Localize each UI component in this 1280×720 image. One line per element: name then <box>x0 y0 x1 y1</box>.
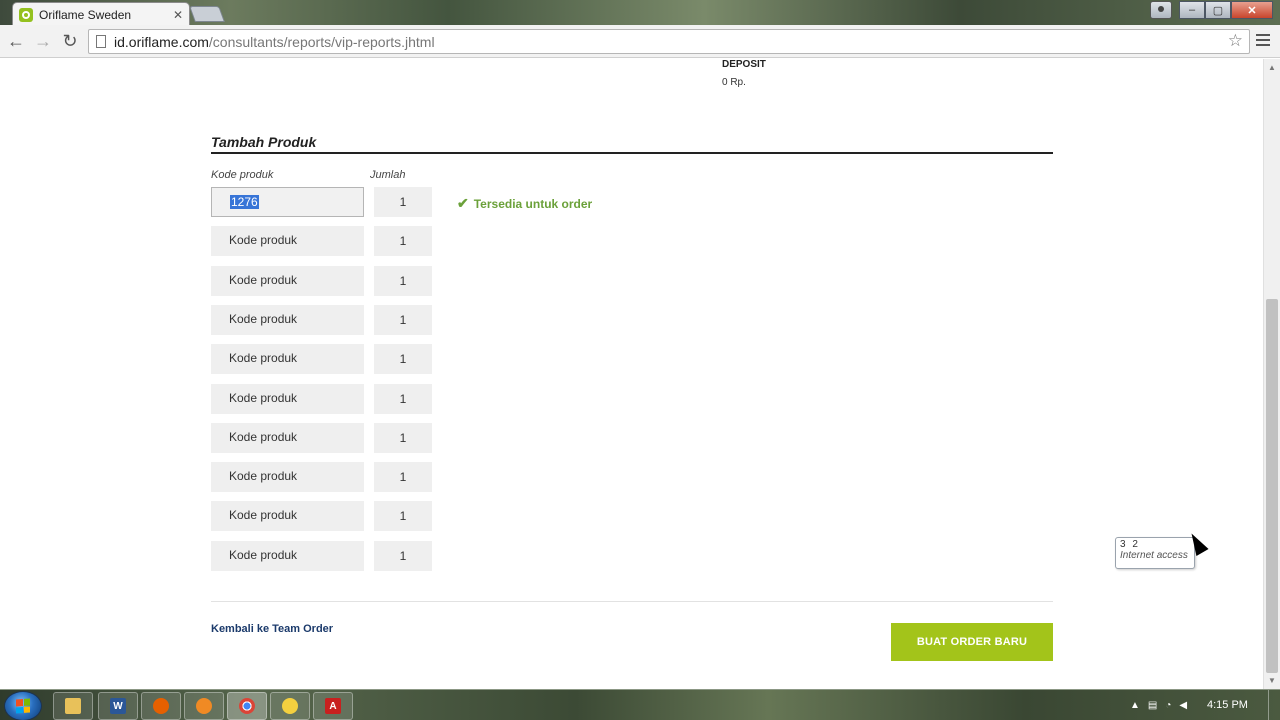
product-code-value: Kode produk <box>229 508 298 522</box>
tab-oriflame[interactable]: Oriflame Sweden ✕ <box>12 2 190 26</box>
tray-network-icon[interactable]: ◔ <box>1165 700 1171 711</box>
section-title: Tambah Produk <box>211 134 317 150</box>
product-code-input[interactable]: Kode produk <box>211 305 364 335</box>
system-clock[interactable]: 4:15 PM <box>1207 699 1248 711</box>
quantity-input[interactable]: 1 <box>374 462 432 492</box>
chrome-menu-icon[interactable] <box>1256 34 1270 49</box>
section-divider <box>211 152 1053 154</box>
product-code-value: 1276 <box>230 195 259 209</box>
deposit-label: DEPOSIT <box>722 59 766 70</box>
bookmark-star-icon[interactable]: ☆ <box>1228 31 1243 51</box>
tooltip-line2: Internet access <box>1120 550 1188 561</box>
product-code-input[interactable]: Kode produk <box>211 462 364 492</box>
product-code-value: Kode produk <box>229 430 298 444</box>
show-desktop-button[interactable] <box>1268 690 1280 720</box>
word-icon: W <box>110 698 126 714</box>
page-icon <box>96 35 106 48</box>
acrobat-icon: A <box>325 698 341 714</box>
close-window-button[interactable]: ✕ <box>1231 1 1273 19</box>
start-button[interactable] <box>4 691 42 720</box>
folder-icon <box>65 698 81 714</box>
url-text: id.oriflame.com/consultants/reports/vip-… <box>114 33 435 50</box>
code-column-label: Kode produk <box>211 169 274 181</box>
product-code-input[interactable]: Kode produk <box>211 423 364 453</box>
product-code-value: Kode produk <box>229 273 298 287</box>
availability-status: ✔ Tersedia untuk order <box>457 195 592 212</box>
quantity-input[interactable]: 1 <box>374 423 432 453</box>
quantity-input[interactable]: 1 <box>374 226 432 256</box>
tray-volume-icon[interactable]: ◀ <box>1179 700 1187 711</box>
qty-column-label: Jumlah <box>370 169 406 181</box>
product-code-input[interactable]: Kode produk <box>211 226 364 256</box>
product-code-value: Kode produk <box>229 469 298 483</box>
product-code-value: Kode produk <box>229 548 298 562</box>
app2-icon <box>282 698 298 714</box>
create-new-order-button[interactable]: BUAT ORDER BARU <box>891 623 1053 661</box>
page-scrollbar[interactable]: ▲ ▼ <box>1263 59 1280 689</box>
browser-titlebar: Oriflame Sweden ✕ – ▢ ✕ <box>0 0 1280 26</box>
product-code-value: Kode produk <box>229 351 298 365</box>
network-tooltip: 3 2 Internet access <box>1115 537 1195 569</box>
address-bar[interactable]: id.oriflame.com/consultants/reports/vip-… <box>88 29 1250 54</box>
windows-logo-icon <box>16 698 30 714</box>
quantity-input[interactable]: 1 <box>374 344 432 374</box>
product-code-value: Kode produk <box>229 391 298 405</box>
back-to-team-order-link[interactable]: Kembali ke Team Order <box>211 623 333 635</box>
taskbar-app[interactable] <box>184 692 224 720</box>
windows-taskbar: W A ▲ ▤ ◔ ◀ 4:15 PM <box>0 689 1280 720</box>
taskbar-chrome[interactable] <box>227 692 267 720</box>
quantity-input[interactable]: 1 <box>374 541 432 571</box>
tooltip-line1: 3 2 <box>1120 539 1140 550</box>
product-code-input[interactable]: 1276 <box>211 187 364 217</box>
tab-title: Oriflame Sweden <box>39 7 132 22</box>
minimize-button[interactable]: – <box>1179 1 1205 19</box>
maximize-button[interactable]: ▢ <box>1205 1 1231 19</box>
product-code-input[interactable]: Kode produk <box>211 344 364 374</box>
firefox-icon <box>153 698 169 714</box>
quantity-input[interactable]: 1 <box>374 266 432 296</box>
window-controls: – ▢ ✕ <box>1179 1 1273 19</box>
quantity-input[interactable]: 1 <box>374 187 432 217</box>
product-code-input[interactable]: Kode produk <box>211 266 364 296</box>
chrome-icon <box>239 698 255 714</box>
product-code-input[interactable]: Kode produk <box>211 384 364 414</box>
oriflame-favicon-icon <box>19 7 33 22</box>
product-code-input[interactable]: Kode produk <box>211 501 364 531</box>
product-code-input[interactable]: Kode produk <box>211 541 364 571</box>
quantity-input[interactable]: 1 <box>374 501 432 531</box>
product-code-value: Kode produk <box>229 312 298 326</box>
scroll-down-arrow-icon[interactable]: ▼ <box>1268 676 1276 685</box>
taskbar-app2[interactable] <box>270 692 310 720</box>
quantity-input[interactable]: 1 <box>374 384 432 414</box>
availability-text: Tersedia untuk order <box>473 196 593 211</box>
scroll-thumb[interactable] <box>1266 299 1278 673</box>
browser-toolbar: ← → ↻ id.oriflame.com/consultants/report… <box>0 25 1280 58</box>
taskbar-acrobat[interactable]: A <box>313 692 353 720</box>
taskbar-firefox[interactable] <box>141 692 181 720</box>
taskbar-explorer[interactable] <box>53 692 93 720</box>
deposit-value: 0 Rp. <box>722 77 746 88</box>
reload-icon[interactable]: ↻ <box>60 31 80 51</box>
tray-expand-icon[interactable]: ▲ <box>1130 700 1140 711</box>
taskbar-word[interactable]: W <box>98 692 138 720</box>
scroll-up-arrow-icon[interactable]: ▲ <box>1268 63 1276 72</box>
app-icon <box>196 698 212 714</box>
tab-close-icon[interactable]: ✕ <box>173 8 183 22</box>
new-tab-button[interactable] <box>189 6 225 22</box>
tray-device-icon[interactable]: ▤ <box>1148 700 1157 711</box>
quantity-input[interactable]: 1 <box>374 305 432 335</box>
system-tray: ▲ ▤ ◔ ◀ <box>1130 690 1187 720</box>
footer-divider <box>211 601 1053 602</box>
back-arrow-icon[interactable]: ← <box>6 31 26 51</box>
product-code-value: Kode produk <box>229 233 298 247</box>
checkmark-icon: ✔ <box>457 195 469 211</box>
page-viewport: DEPOSIT 0 Rp. Tambah Produk Kode produk … <box>0 59 1263 689</box>
forward-arrow-icon[interactable]: → <box>33 31 53 51</box>
profile-icon[interactable] <box>1150 1 1172 19</box>
